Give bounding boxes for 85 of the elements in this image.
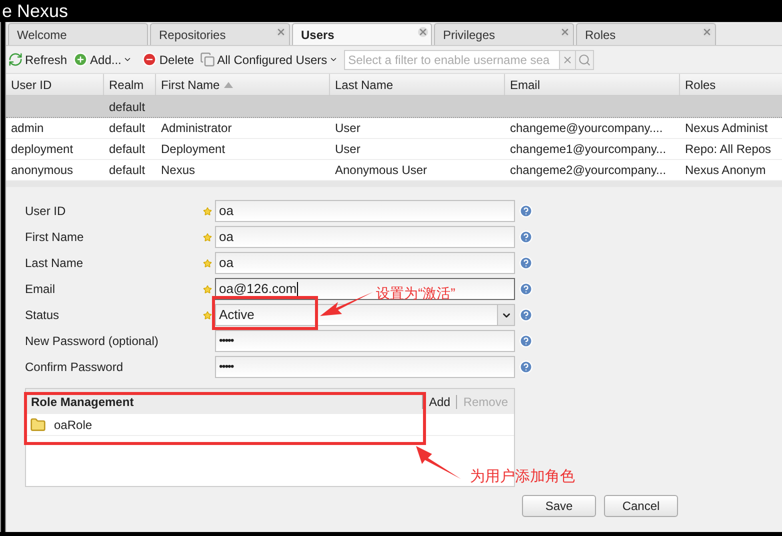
input-field[interactable]: ••••• [215,356,515,378]
panel-title: Role Management [31,394,135,410]
tab[interactable]: Users [292,23,432,45]
table-cell: User [335,121,360,135]
field-label: Status [25,307,60,324]
field-label: New Password (optional) [25,333,160,350]
input-field[interactable]: oa [215,200,515,222]
table-cell: Anonymous User [335,163,428,177]
status-select[interactable]: Active [215,304,515,326]
table-row[interactable]: admin default Administrator User changeme@yourcompany.... Nexus Administ [6,118,782,139]
tab[interactable]: Privileges [434,23,574,45]
delete-button[interactable]: Delete [142,50,194,68]
folder-icon [30,416,46,432]
column-header[interactable]: Roles [680,74,782,95]
column-header[interactable]: First Name [156,74,330,95]
caret-icon [329,55,338,64]
required-star-icon [203,284,212,294]
close-icon[interactable] [418,27,428,37]
filter-dropdown[interactable]: All Configured Users [200,50,338,68]
column-header[interactable]: User ID [6,74,104,95]
refresh-icon [8,52,23,67]
input-field[interactable]: oa [215,252,515,274]
form-button[interactable]: Cancel [604,495,678,517]
table-row[interactable]: deployment default Deployment User changeme1@yourcompany... Repo: All Repos [6,139,782,160]
refresh-button[interactable]: Refresh [8,50,68,68]
required-star-icon [203,258,212,268]
clear-icon[interactable] [559,50,576,68]
minus-icon [142,52,158,67]
close-icon[interactable] [560,27,570,37]
role-item[interactable]: oaRole [26,414,514,436]
plus-icon [73,52,88,67]
field-label: Last Name [25,255,84,272]
annotation-text: 设置为“激活” [376,284,456,303]
table-cell: Repo: All Repos [685,142,772,156]
help-icon[interactable] [519,308,533,322]
add-role-button[interactable]: Add [422,394,456,408]
help-icon[interactable] [519,334,533,348]
column-header[interactable]: Last Name [330,74,505,95]
field-label: First Name [25,229,85,246]
required-star-icon [203,232,212,242]
table-cell: changeme2@yourcompany... [510,163,666,177]
column-header[interactable]: Email [505,74,680,95]
tab[interactable]: Repositories [150,23,290,45]
table-cell: Nexus Anonym [685,163,766,177]
table-cell: default [109,142,146,156]
search-icon[interactable] [575,50,594,68]
table-cell: deployment [11,142,74,156]
copy-icon [200,52,216,67]
help-icon[interactable] [519,256,533,270]
table-cell: changeme1@yourcompany... [510,142,666,156]
help-icon[interactable] [519,360,533,374]
required-star-icon [203,206,212,216]
table-cell: anonymous [11,163,74,177]
input-field[interactable]: oa [215,226,515,248]
table-cell: default [109,121,146,135]
search-field[interactable]: Select a filter to enable username sea [344,50,594,70]
help-icon[interactable] [519,204,533,218]
required-star-icon [203,310,212,320]
tab[interactable]: Welcome [8,23,148,45]
table-cell: Administrator [161,121,232,135]
annotation-text: 为用户添加角色 [470,467,575,487]
table-cell: admin [11,121,44,135]
help-icon[interactable] [519,282,533,296]
tab[interactable]: Roles [576,23,716,45]
field-label: Email [25,281,56,298]
field-label: User ID [25,203,67,220]
close-icon[interactable] [276,27,286,37]
close-icon[interactable] [702,27,712,37]
form-button[interactable]: Save [522,495,596,517]
add-button[interactable]: Add... [73,50,132,68]
table-cell: Nexus [161,163,196,177]
table-cell: Nexus Administ [685,121,768,135]
table-cell: User [335,142,360,156]
table-row[interactable]: anonymous default Nexus Anonymous User changeme2@yourcompany... Nexus Anonym [6,160,782,181]
table-cell: default [109,163,146,177]
group-label: default [108,98,146,116]
app-title: e Nexus [2,2,68,20]
table-cell: Deployment [161,142,226,156]
caret-icon [123,55,132,64]
annotation-arrow [414,444,462,480]
help-icon[interactable] [519,230,533,244]
table-cell: changeme@yourcompany.... [510,121,663,135]
field-label: Confirm Password [25,359,124,376]
input-field[interactable]: ••••• [215,330,515,352]
column-header[interactable]: Realm [104,74,156,95]
